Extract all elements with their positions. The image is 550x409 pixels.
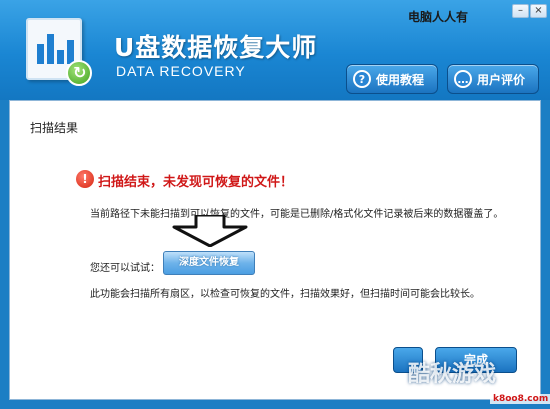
logo-bar — [57, 50, 64, 64]
app-header: ↻ U盘数据恢复大师 DATA RECOVERY 电脑人人有 – × ? 使用教… — [0, 0, 550, 100]
watermark: 酷秋游戏 k8oo8.com — [368, 354, 550, 409]
tutorial-label: 使用教程 — [376, 72, 425, 87]
speech-bubble-icon: … — [454, 70, 472, 88]
app-subtitle: DATA RECOVERY — [116, 63, 246, 79]
review-label: 用户评价 — [477, 72, 526, 87]
error-message: 扫描结束，未发现可恢复的文件！ — [98, 175, 294, 190]
refresh-icon: ↻ — [66, 60, 92, 86]
minimize-button[interactable]: – — [512, 4, 529, 18]
watermark-text: 酷秋游戏 — [408, 362, 497, 387]
info-text: 当前路径下未能扫描到可以恢复的文件，可能是已删除/格式化文件记录被后来的数据覆盖… — [90, 209, 504, 220]
app-title: U盘数据恢复大师 — [114, 33, 318, 62]
close-button[interactable]: × — [530, 4, 547, 18]
question-icon: ? — [353, 70, 371, 88]
review-button[interactable]: … 用户评价 — [447, 64, 539, 94]
watermark-url: k8oo8.com — [490, 394, 550, 404]
error-icon: ! — [76, 170, 94, 188]
panel-title: 扫描结果 — [30, 121, 79, 135]
brand-label: 电脑人人有 — [408, 10, 469, 24]
description-text: 此功能会扫描所有扇区，以检查可恢复的文件，扫描效果好，但扫描时间可能会比较长。 — [90, 289, 480, 300]
logo-bar — [47, 34, 54, 64]
try-label: 您还可以试试： — [90, 263, 160, 274]
app-logo: ↻ — [22, 14, 92, 86]
arrow-down-icon — [172, 215, 248, 247]
tutorial-button[interactable]: ? 使用教程 — [346, 64, 438, 94]
logo-bar — [37, 44, 44, 64]
deep-scan-button[interactable]: 深度文件恢复 — [163, 251, 255, 275]
